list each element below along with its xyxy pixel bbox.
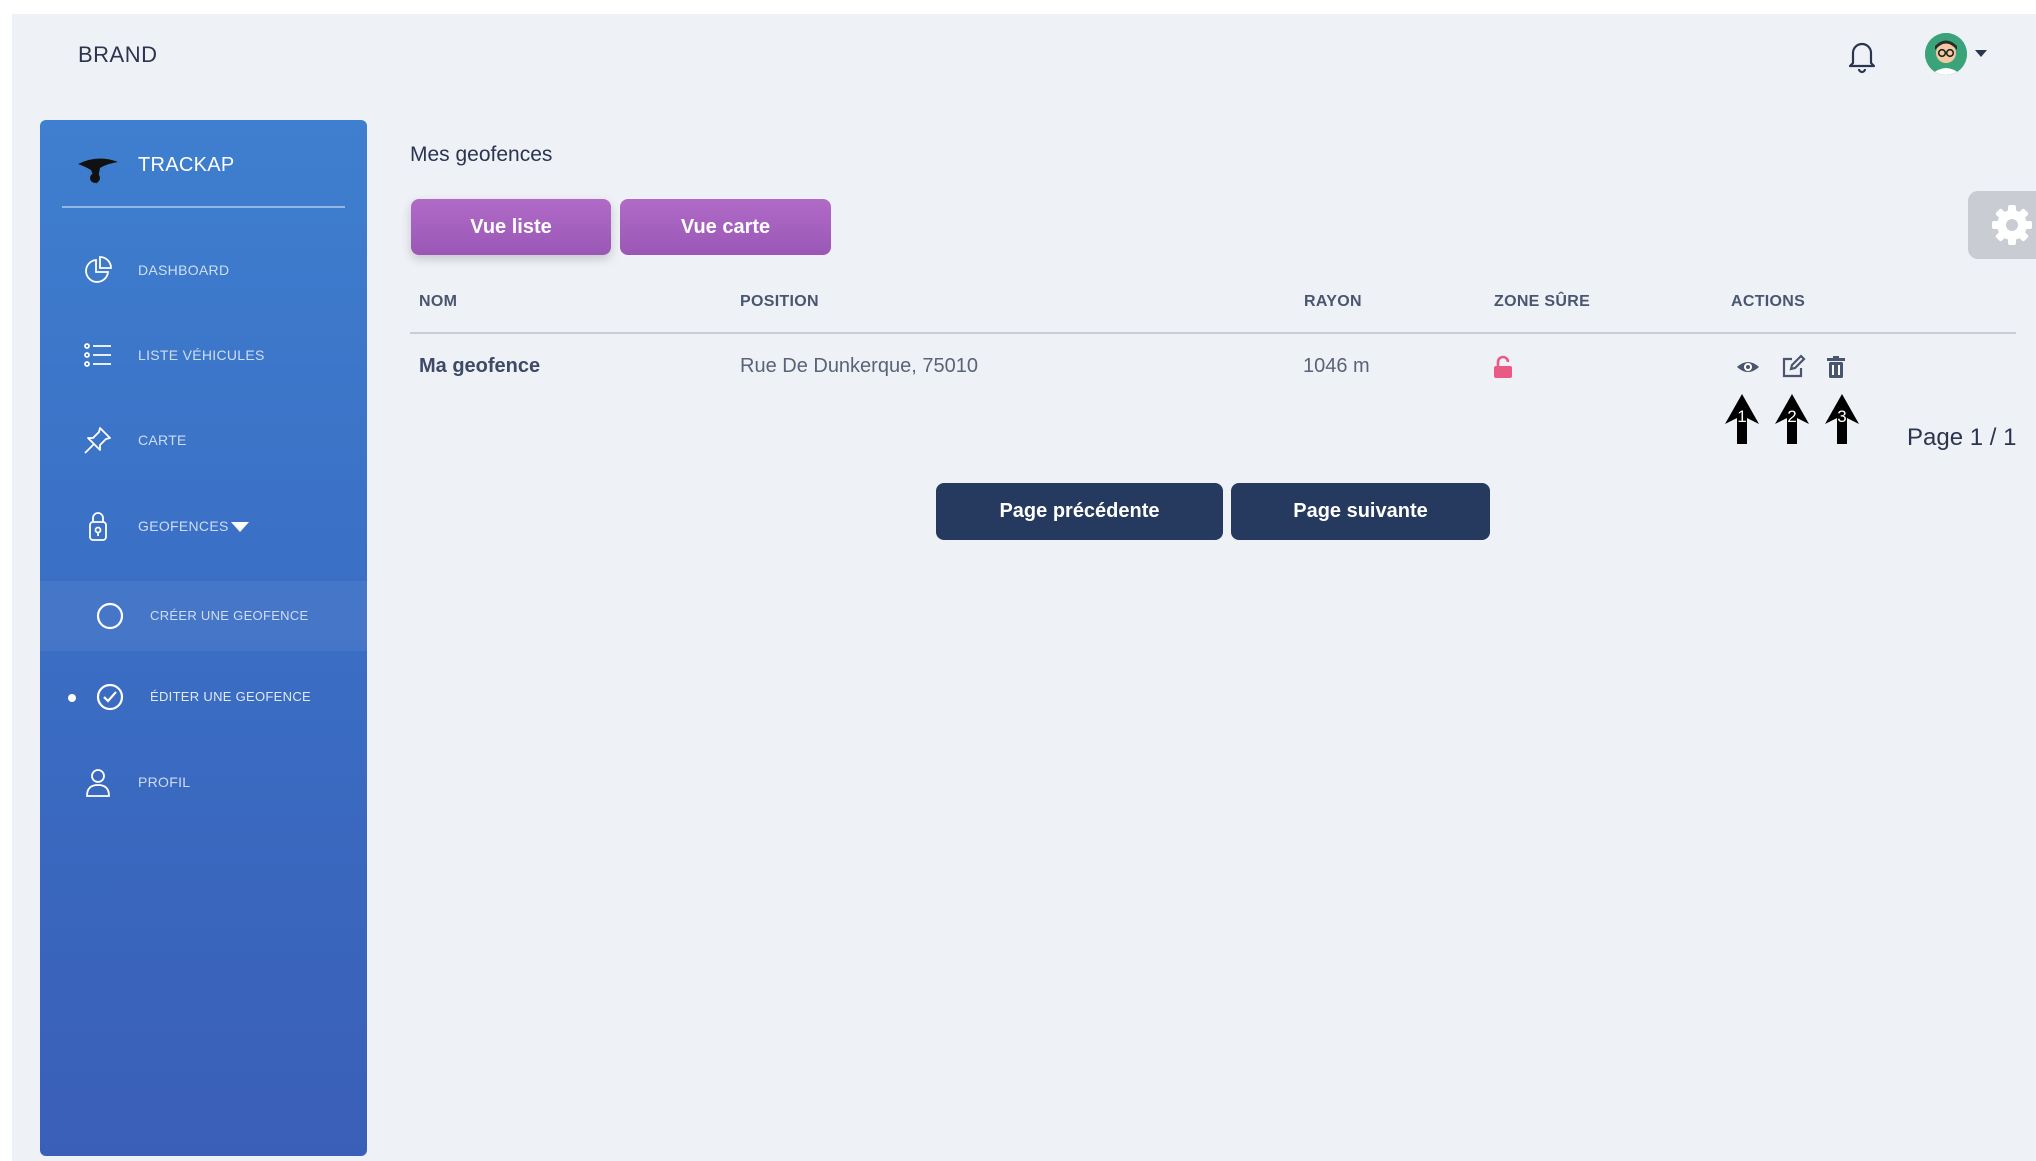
geofence-name[interactable]: Ma geofence: [419, 355, 540, 378]
circle-icon: [94, 600, 126, 632]
user-avatar-icon[interactable]: [1925, 33, 1967, 75]
unlocked-icon: [1492, 355, 1514, 379]
geofence-radius: 1046 m: [1303, 355, 1370, 377]
sidebar: TRACKAP DASHBOARD LISTE VÉHICULES CARTE: [40, 120, 367, 1156]
location-lock-icon: [82, 510, 114, 542]
table-header-divider: [410, 332, 2016, 334]
sidebar-item-create-geofence[interactable]: CRÉER UNE GEOFENCE: [40, 581, 367, 651]
column-header-name: NOM: [419, 293, 458, 310]
view-icon[interactable]: [1735, 354, 1761, 380]
annotation-number-2: 2: [1787, 407, 1796, 426]
sidebar-item-label: CARTE: [138, 432, 187, 448]
next-page-button[interactable]: Page suivante: [1231, 483, 1490, 540]
bell-icon[interactable]: [1846, 38, 1878, 74]
list-view-button[interactable]: Vue liste: [411, 199, 611, 255]
annotation-arrow-1: 1: [1722, 392, 1762, 446]
sidebar-item-map[interactable]: CARTE: [40, 410, 367, 470]
previous-page-button[interactable]: Page précédente: [936, 483, 1223, 540]
active-indicator: [68, 694, 76, 702]
annotation-arrow-3: 3: [1822, 392, 1862, 446]
sidebar-item-label: ÉDITER UNE GEOFENCE: [150, 689, 311, 704]
trackap-logo-icon: [76, 150, 120, 190]
sidebar-item-dashboard[interactable]: DASHBOARD: [40, 240, 367, 300]
annotation-number-3: 3: [1837, 407, 1846, 426]
brand-name: BRAND: [78, 42, 158, 67]
map-view-button[interactable]: Vue carte: [620, 199, 831, 255]
sidebar-item-label: DASHBOARD: [138, 262, 230, 278]
sidebar-item-label: GEOFENCES: [138, 518, 229, 534]
user-icon: [82, 766, 114, 798]
avatar-dropdown-caret-icon[interactable]: [1975, 50, 1987, 57]
column-header-safe-zone: ZONE SÛRE: [1494, 293, 1591, 310]
settings-tab[interactable]: [1968, 191, 2036, 259]
sidebar-item-label: LISTE VÉHICULES: [138, 347, 265, 363]
pie-chart-icon: [82, 254, 114, 286]
column-header-radius: RAYON: [1304, 293, 1362, 310]
annotation-arrow-2: 2: [1772, 392, 1812, 446]
page-title: Mes geofences: [410, 143, 553, 166]
edit-icon[interactable]: [1780, 354, 1806, 380]
gear-icon: [1992, 205, 2032, 245]
sidebar-item-label: PROFIL: [138, 774, 191, 790]
column-header-position: POSITION: [740, 293, 819, 310]
check-circle-icon: [94, 681, 126, 713]
sidebar-divider: [62, 206, 345, 208]
pin-icon: [82, 424, 114, 456]
chevron-down-icon[interactable]: [231, 522, 249, 532]
column-header-actions: ACTIONS: [1731, 293, 1806, 310]
list-icon: [82, 339, 114, 371]
sidebar-item-edit-geofence[interactable]: ÉDITER UNE GEOFENCE: [40, 667, 367, 727]
sidebar-item-profile[interactable]: PROFIL: [40, 752, 367, 812]
annotation-number-1: 1: [1737, 407, 1746, 426]
sidebar-item-vehicle-list[interactable]: LISTE VÉHICULES: [40, 325, 367, 385]
app-name: TRACKAP: [138, 154, 235, 176]
geofence-position: Rue De Dunkerque, 75010: [740, 355, 978, 377]
page-indicator: Page 1 / 1: [1907, 424, 2017, 451]
delete-icon[interactable]: [1823, 354, 1849, 380]
sidebar-item-geofences[interactable]: GEOFENCES: [40, 496, 367, 556]
sidebar-item-label: CRÉER UNE GEOFENCE: [150, 608, 309, 623]
